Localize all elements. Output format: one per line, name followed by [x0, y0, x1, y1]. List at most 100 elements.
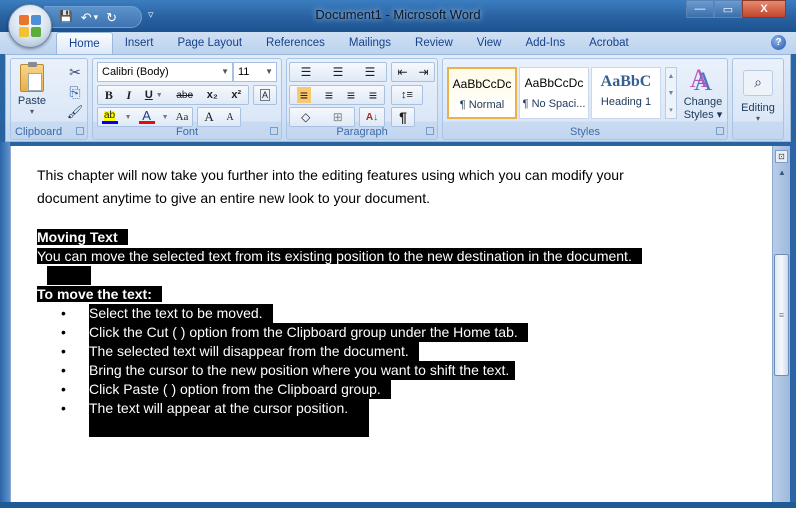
shading-button[interactable]: ◇: [301, 110, 310, 124]
moving-text-paragraph: You can move the selected text from its …: [37, 247, 642, 266]
maximize-button[interactable]: ▭: [714, 0, 742, 18]
paragraph-text: You can move the selected text from its …: [37, 248, 642, 264]
multilevel-list-button[interactable]: ☰: [365, 65, 376, 79]
window-right-border: [790, 142, 796, 502]
heading-moving-text: Moving Text: [37, 228, 128, 247]
cut-icon[interactable]: ✂: [65, 63, 85, 81]
list-item-text: The text will appear at the cursor posit…: [89, 399, 369, 437]
chevron-down-icon[interactable]: ▼: [125, 114, 132, 121]
italic-button[interactable]: I: [127, 88, 132, 103]
change-case-button[interactable]: Aa: [176, 111, 189, 123]
style-normal[interactable]: AaBbCcDc ¶ Normal: [447, 67, 517, 119]
tab-acrobat[interactable]: Acrobat: [577, 32, 641, 54]
indent-bar: ⇤ ⇥: [391, 62, 435, 82]
undo-dropdown-icon[interactable]: ▾: [94, 12, 99, 22]
tab-insert[interactable]: Insert: [113, 32, 166, 54]
bold-button[interactable]: B: [105, 88, 113, 103]
editing-group: ⌕ Editing ▾: [732, 58, 784, 140]
save-icon[interactable]: 💾: [59, 11, 73, 23]
close-button[interactable]: X: [742, 0, 786, 18]
ribbon: Paste ▾ ✂ ⎘ 🖌 Clipboard Calibri (Body) ▼…: [5, 54, 791, 142]
tab-mailings[interactable]: Mailings: [337, 32, 403, 54]
align-right-button[interactable]: ≡: [347, 87, 355, 103]
intro-line-2: document anytime to give an entire new l…: [37, 190, 430, 206]
copy-icon[interactable]: ⎘: [65, 83, 85, 101]
clear-formatting-button[interactable]: A: [253, 85, 277, 105]
style-no-spacing[interactable]: AaBbCcDc ¶ No Spaci...: [519, 67, 589, 119]
list-item-text: Click Paste ( ) option from the Clipboar…: [89, 380, 391, 399]
font-launcher-icon[interactable]: [270, 127, 278, 135]
superscript-button[interactable]: x²: [231, 89, 241, 101]
subscript-button[interactable]: x₂: [207, 89, 218, 101]
heading-text: Moving Text: [37, 229, 128, 245]
style-name: ¶ Normal: [459, 99, 505, 111]
font-name-combo[interactable]: Calibri (Body) ▼: [97, 62, 233, 82]
redo-icon[interactable]: ↻: [106, 11, 117, 24]
tab-review[interactable]: Review: [403, 32, 465, 54]
strikethrough-button[interactable]: abe: [176, 90, 193, 101]
selected-text-block[interactable]: Moving Text You can move the selected te…: [37, 228, 757, 508]
help-icon[interactable]: ?: [771, 35, 786, 50]
font-group-label: Font: [175, 126, 198, 138]
editing-button[interactable]: ⌕ Editing ▾: [735, 61, 781, 131]
list-bar: ☰ ☰ ☰: [289, 62, 387, 82]
center-button[interactable]: ≡: [325, 87, 333, 103]
style-heading-1[interactable]: AaBbC Heading 1: [591, 67, 661, 119]
change-styles-button[interactable]: A Change Styles ▾: [679, 63, 727, 125]
paste-label: Paste: [17, 95, 47, 107]
minimize-button[interactable]: —: [686, 0, 714, 18]
document-page[interactable]: This chapter will now take you further i…: [10, 146, 772, 502]
shading-borders-bar: ◇ ⊞: [289, 107, 355, 127]
list-item: • The text will appear at the cursor pos…: [37, 399, 757, 437]
clipboard-launcher-icon[interactable]: [76, 127, 84, 135]
change-styles-label-2: Styles ▾: [683, 108, 723, 121]
line-spacing-button[interactable]: ↕≡: [391, 85, 423, 105]
font-color-button[interactable]: A: [138, 109, 155, 124]
customize-qat-icon[interactable]: ▿: [148, 8, 154, 21]
intro-paragraph: This chapter will now take you further i…: [37, 164, 757, 210]
align-left-button[interactable]: ≡: [296, 87, 312, 103]
list-item: • Select the text to be moved.: [37, 304, 757, 323]
shrink-font-button[interactable]: A: [226, 112, 233, 123]
highlight-color-swatch: [101, 120, 118, 124]
grow-font-button[interactable]: A: [204, 109, 213, 125]
tab-view[interactable]: View: [465, 32, 514, 54]
bullets-button[interactable]: ☰: [301, 65, 312, 79]
styles-gallery-scroll[interactable]: ▲ ▼ ▾: [665, 67, 677, 119]
highlight-button[interactable]: ab: [101, 110, 118, 124]
undo-icon[interactable]: ↶: [81, 11, 92, 24]
sort-button[interactable]: A↓: [359, 107, 385, 127]
list-item-text: Select the text to be moved.: [89, 304, 273, 323]
change-styles-label: Change: [683, 95, 723, 108]
decrease-indent-button[interactable]: ⇤: [397, 65, 407, 79]
font-size-combo[interactable]: 11 ▼: [233, 62, 277, 82]
show-marks-button[interactable]: ¶: [391, 107, 415, 127]
office-button[interactable]: [8, 4, 52, 48]
format-painter-icon[interactable]: 🖌: [65, 103, 85, 121]
scroll-thumb[interactable]: ≡: [774, 254, 789, 376]
grip-icon: ≡: [778, 310, 785, 320]
paste-button[interactable]: Paste ▾: [15, 62, 49, 118]
tab-references[interactable]: References: [254, 32, 337, 54]
justify-button[interactable]: ≡: [369, 87, 377, 103]
borders-button[interactable]: ⊞: [333, 110, 343, 124]
numbering-button[interactable]: ☰: [333, 65, 344, 79]
styles-launcher-icon[interactable]: [716, 127, 724, 135]
scroll-up-arrow-icon[interactable]: ▲: [773, 166, 791, 180]
chevron-down-icon[interactable]: ▼: [162, 114, 169, 121]
document-content[interactable]: This chapter will now take you further i…: [37, 164, 757, 437]
tab-home[interactable]: Home: [56, 32, 113, 54]
tab-add-ins[interactable]: Add-Ins: [513, 32, 577, 54]
list-item-text: Click the Cut ( ) option from the Clipbo…: [89, 323, 528, 342]
heading-to-move: To move the text:: [37, 285, 162, 304]
style-sample: AaBbCcDc: [524, 76, 584, 90]
window-left-border: [0, 142, 10, 502]
style-sample: AaBbCcDc: [452, 77, 512, 91]
increase-indent-button[interactable]: ⇥: [418, 65, 428, 79]
underline-button[interactable]: U ▼: [145, 89, 163, 101]
view-ruler-icon[interactable]: ⊡: [775, 150, 788, 163]
tab-page-layout[interactable]: Page Layout: [165, 32, 254, 54]
vertical-scrollbar[interactable]: ⊡ ▲ ≡: [772, 146, 790, 502]
editing-label: Editing: [741, 101, 775, 114]
paragraph-launcher-icon[interactable]: [426, 127, 434, 135]
